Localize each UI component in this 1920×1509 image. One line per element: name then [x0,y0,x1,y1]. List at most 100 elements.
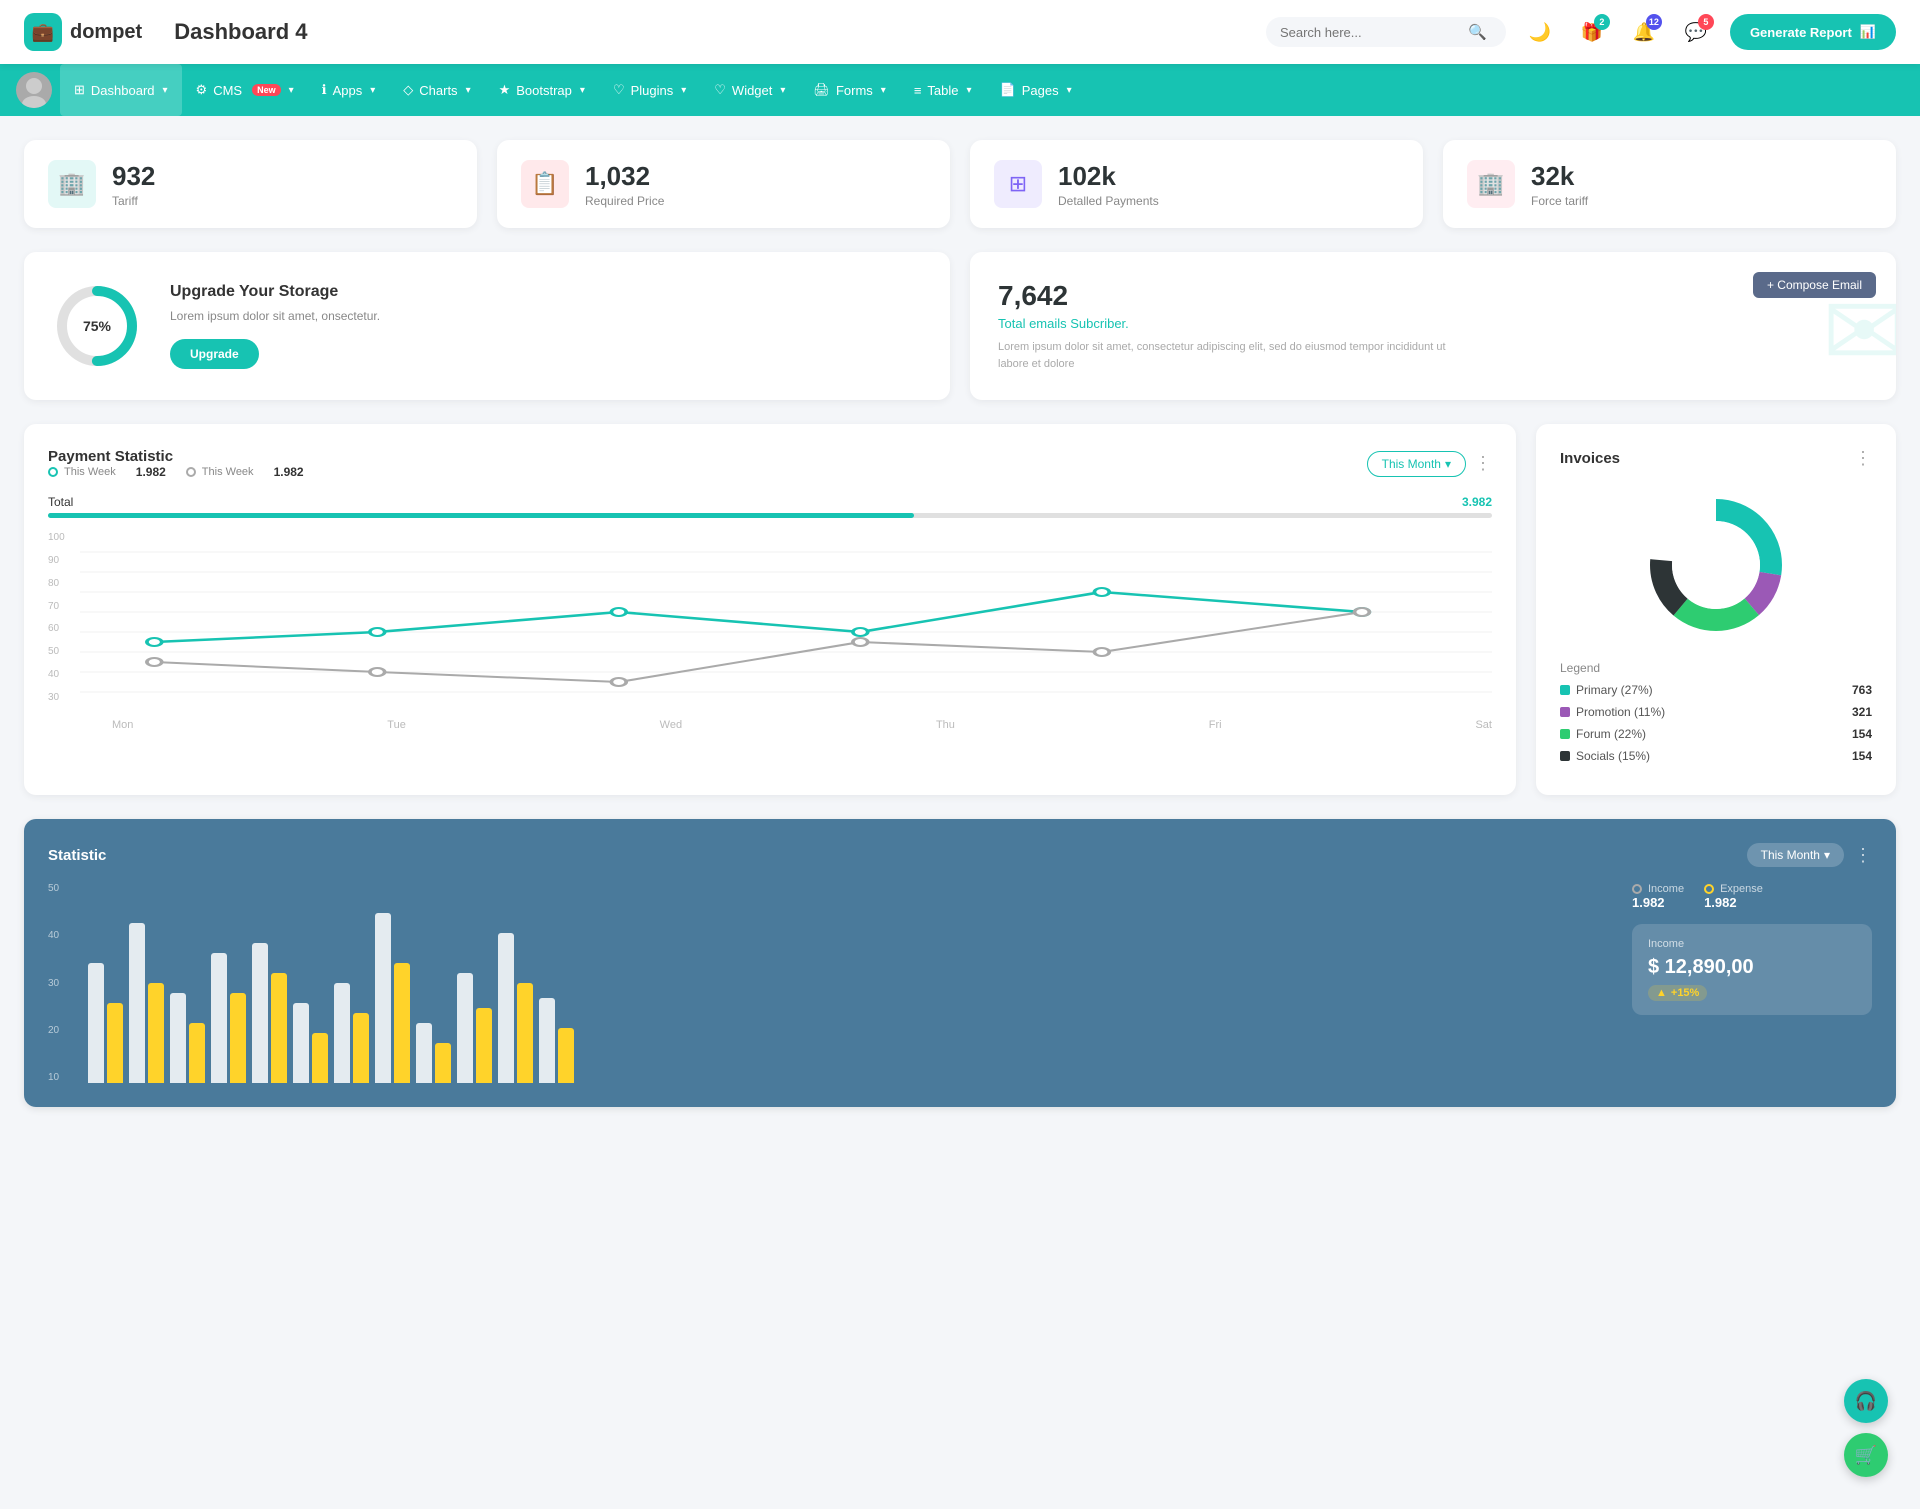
invoice-more-button[interactable]: ⋮ [1854,448,1872,469]
detailed-icon: ⊞ [994,160,1042,208]
generate-report-button[interactable]: Generate Report 📊 [1730,14,1896,50]
sidebar-item-plugins[interactable]: ♡ Plugins ▾ [599,64,700,116]
income-box: Income $ 12,890,00 ▲ +15% [1632,924,1872,1015]
invoice-title: Invoices [1560,450,1620,467]
sidebar-item-dashboard[interactable]: ⊞ Dashboard ▾ [60,64,182,116]
cart-fab-button[interactable]: 🛒 [1844,1433,1888,1477]
bar-yellow [107,1003,123,1083]
upgrade-button[interactable]: Upgrade [170,339,259,369]
bar-yellow [476,1008,492,1083]
apps-icon: ℹ [322,82,327,98]
bar-group [211,953,246,1083]
bar-group [375,913,410,1083]
line-chart-svg [80,532,1492,712]
logo: 💼 dompet [24,13,142,51]
widget-icon: ♡ [714,82,726,98]
statistic-controls: This Month ▾ ⋮ [1747,843,1872,867]
bar-white [457,973,473,1083]
detailed-label: Detalled Payments [1058,194,1159,208]
search-input[interactable] [1280,25,1460,40]
bar-white [88,963,104,1083]
forum-color-swatch [1560,729,1570,739]
statistic-title: Statistic [48,847,106,864]
bar-group [334,983,369,1083]
stat-card-detailed: ⊞ 102k Detalled Payments [970,140,1423,228]
bar-white [129,923,145,1083]
required-price-icon: 📋 [521,160,569,208]
bar-group [170,993,205,1083]
sidebar-item-widget[interactable]: ♡ Widget ▾ [700,64,799,116]
nav-avatar [16,72,52,108]
chat-badge: 5 [1698,14,1714,30]
statistic-side-panel: Income 1.982 Expense 1.982 Income $ 1 [1632,883,1872,1083]
bar-group [539,998,574,1083]
chevron-down-icon: ▾ [466,85,471,96]
bar-yellow [558,1028,574,1083]
tariff-label: Tariff [112,194,155,208]
sidebar-item-bootstrap[interactable]: ★ Bootstrap ▾ [485,64,599,116]
chart-left: Payment Statistic This Week 1.982 This W… [48,448,304,479]
expense-indicator: Expense 1.982 [1704,883,1763,910]
chevron-down-icon: ▾ [780,85,785,96]
charts-icon: ◇ [403,82,413,98]
sidebar-item-table[interactable]: ≡ Table ▾ [900,64,986,116]
income-indicator: Income 1.982 [1632,883,1684,910]
logo-text: dompet [70,21,142,44]
notification-button[interactable]: 🔔 12 [1626,14,1662,50]
chart-title: Payment Statistic [48,448,304,465]
headset-fab-button[interactable]: 🎧 [1844,1379,1888,1423]
chart-more-button[interactable]: ⋮ [1474,453,1492,474]
bar-yellow [353,1013,369,1083]
bar-group [457,973,492,1083]
chevron-down-icon: ▾ [289,85,294,96]
email-card: + Compose Email 7,642 Total emails Subcr… [970,252,1896,400]
mid-row: 75% Upgrade Your Storage Lorem ipsum dol… [24,252,1896,400]
legend-row-socials: Socials (15%) 154 [1560,749,1872,763]
chart-y-labels: 10090807060504030 [48,532,73,703]
email-count: 7,642 [998,280,1868,312]
bar-group [88,963,123,1083]
table-icon: ≡ [914,83,922,98]
sidebar-item-pages[interactable]: 📄 Pages ▾ [986,64,1086,116]
statistic-more-button[interactable]: ⋮ [1854,845,1872,866]
bar-white [498,933,514,1083]
expense-dot [1704,884,1714,894]
tariff-icon: 🏢 [48,160,96,208]
legend-item-2-val: 1.982 [274,465,304,479]
bar-white [293,1003,309,1083]
bar-yellow [148,983,164,1083]
chevron-down-icon: ▾ [163,85,168,96]
bar-yellow [230,993,246,1083]
navbar: ⊞ Dashboard ▾ ⚙ CMS New ▾ ℹ Apps ▾ ◇ Cha… [0,64,1920,116]
this-month-filter-button[interactable]: This Month ▾ [1367,451,1466,477]
total-progress-bar [48,513,1492,518]
bar-white [211,953,227,1083]
sidebar-item-charts[interactable]: ◇ Charts ▾ [389,64,484,116]
invoice-donut [1560,485,1872,645]
storage-percent: 75% [83,318,111,334]
chat-button[interactable]: 💬 5 [1678,14,1714,50]
bar-white [170,993,186,1083]
chevron-down-icon: ▾ [966,85,971,96]
sidebar-item-forms[interactable]: 🖨 Forms ▾ [799,64,899,116]
legend-dot-1 [48,467,58,477]
invoice-header: Invoices ⋮ [1560,448,1872,469]
required-price-info: 1,032 Required Price [585,161,664,208]
sidebar-item-cms[interactable]: ⚙ CMS New ▾ [182,64,308,116]
sidebar-item-apps[interactable]: ℹ Apps ▾ [308,64,390,116]
dark-mode-button[interactable]: 🌙 [1522,14,1558,50]
statistic-month-filter-button[interactable]: This Month ▾ [1747,843,1844,867]
bar-chart-area [48,883,1612,1083]
bar-white [375,913,391,1083]
detailed-info: 102k Detalled Payments [1058,161,1159,208]
storage-donut: 75% [52,281,142,371]
logo-icon: 💼 [24,13,62,51]
bar-white [334,983,350,1083]
gift-button[interactable]: 🎁 2 [1574,14,1610,50]
chart-header: Payment Statistic This Week 1.982 This W… [48,448,1492,479]
bar-yellow [312,1033,328,1083]
plugins-icon: ♡ [613,82,625,98]
up-icon: ▲ [1656,987,1667,999]
bell-badge: 12 [1646,14,1662,30]
legend-item-2: This Week [186,465,254,479]
